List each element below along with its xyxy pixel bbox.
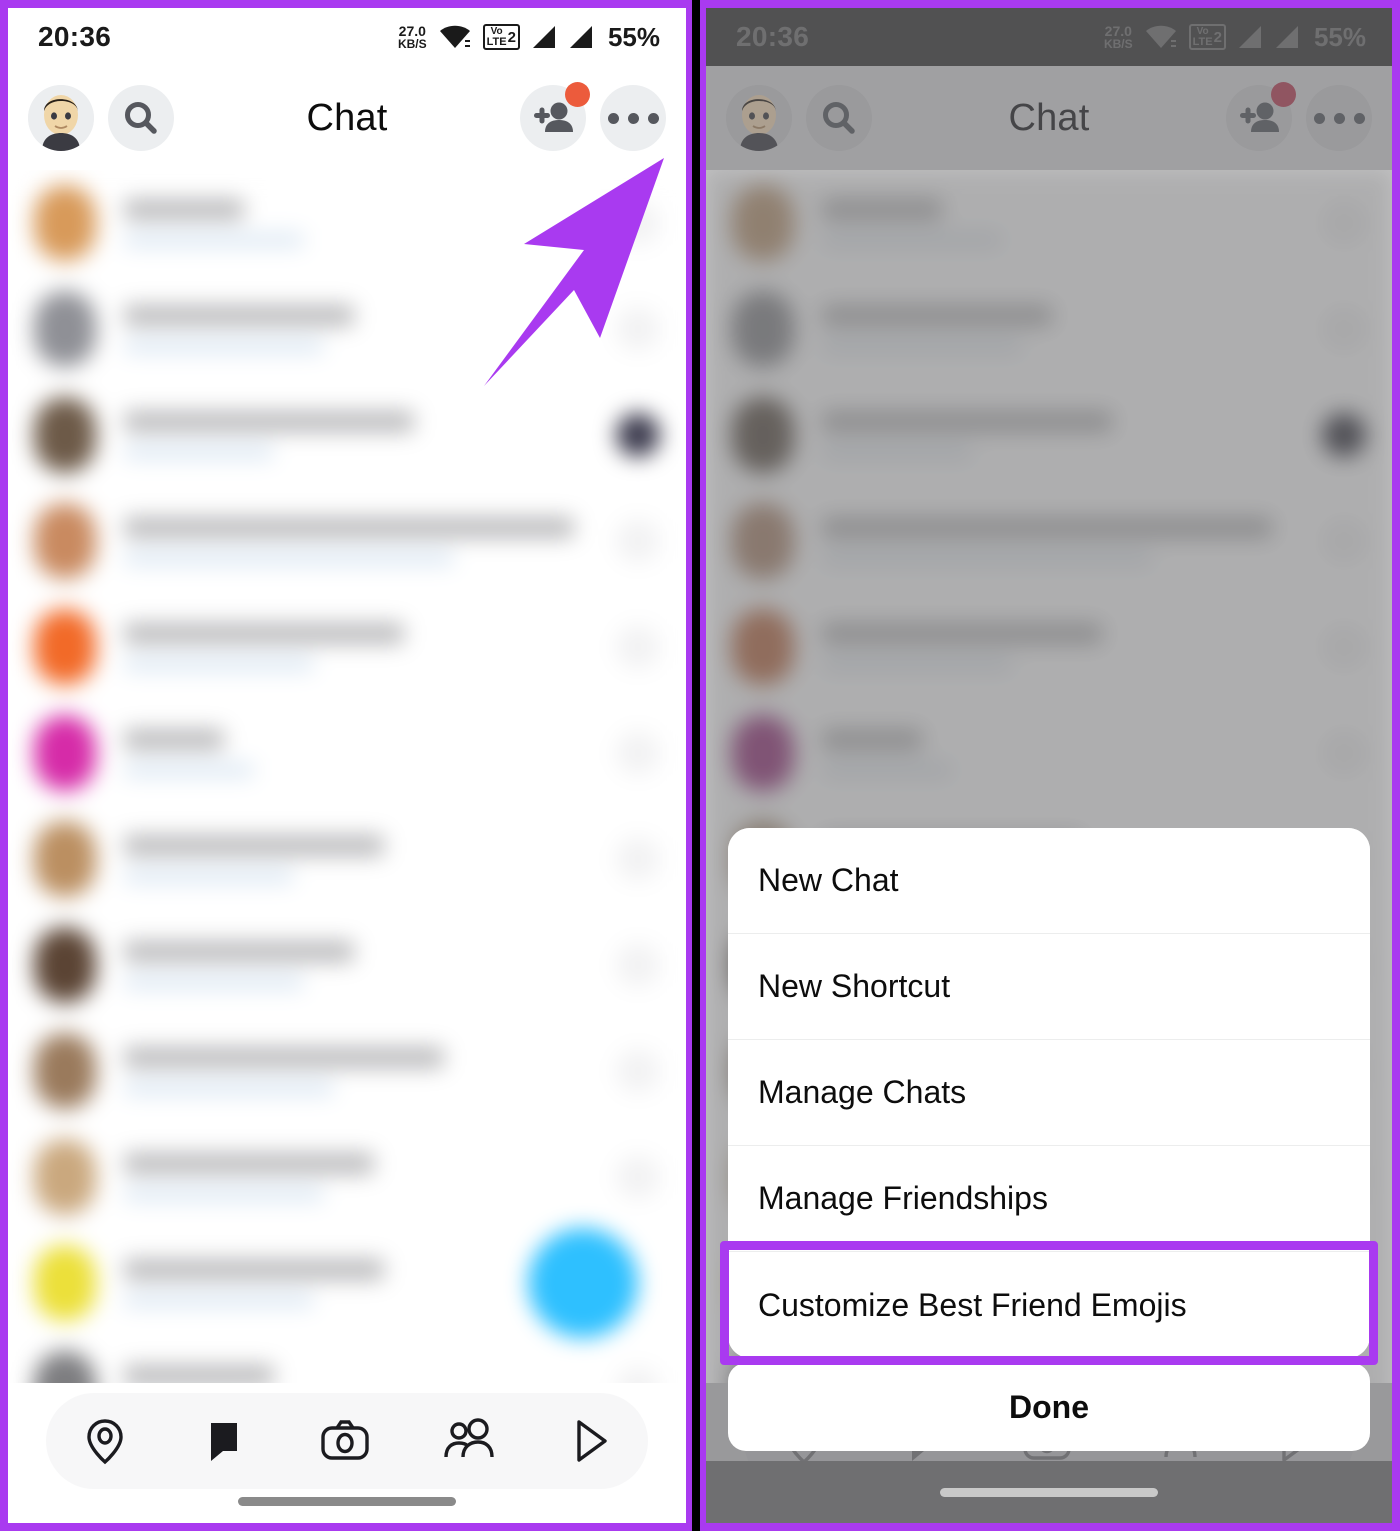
phone-screenshot-after: 20:36 27.0 KB/S Vo LTE [700, 0, 1400, 1531]
chat-status-icon [616, 731, 660, 775]
chat-list-item[interactable] [8, 912, 686, 1018]
menu-item-customize-best-friend-emojis[interactable]: Customize Best Friend Emojis [728, 1252, 1370, 1358]
chat-text-block [124, 1153, 616, 1201]
screen-left: 20:36 27.0 KB/S Vo LTE 2 55% Chat [8, 8, 686, 1523]
chat-avatar [34, 291, 96, 367]
menu-item-new-shortcut[interactable]: New Shortcut [728, 934, 1370, 1040]
action-sheet-menu[interactable]: New Chat New Shortcut Manage Chats Manage F… [728, 828, 1370, 1358]
chat-avatar [34, 1139, 96, 1215]
chat-status-icon [616, 625, 660, 669]
more-options-icon[interactable] [600, 85, 666, 151]
home-indicator [238, 1497, 456, 1506]
chat-status-icon [616, 413, 660, 457]
bitmoji-avatar[interactable] [28, 85, 94, 151]
chat-list[interactable] [8, 170, 686, 1442]
chat-header: Chat [8, 66, 686, 170]
chat-list-item[interactable] [8, 276, 686, 382]
menu-item-manage-chats[interactable]: Manage Chats [728, 1040, 1370, 1146]
camera-icon[interactable] [317, 1415, 373, 1467]
chat-list-item[interactable] [8, 806, 686, 912]
menu-item-manage-friendships[interactable]: Manage Friendships [728, 1146, 1370, 1252]
chat-text-block [124, 517, 616, 565]
chat-list-item[interactable] [8, 700, 686, 806]
chat-list-item[interactable] [8, 382, 686, 488]
wifi-icon [439, 25, 470, 48]
phone-screenshot-before: 20:36 27.0 KB/S Vo LTE 2 55% Chat [0, 0, 692, 1531]
chat-avatar [34, 609, 96, 685]
chat-text-block [124, 199, 616, 247]
chat-avatar [34, 503, 96, 579]
search-icon[interactable] [108, 85, 174, 151]
chat-status-icon [616, 943, 660, 987]
signal-bars-icon [569, 26, 592, 48]
battery-level: 55% [607, 21, 660, 52]
notification-dot [565, 82, 590, 107]
chat-status-icon [616, 201, 660, 245]
status-bar: 20:36 27.0 KB/S Vo LTE [8, 8, 686, 66]
chat-list-item[interactable] [8, 1228, 686, 1338]
chat-status-icon [616, 519, 660, 563]
chat-text-block [124, 941, 616, 989]
chat-avatar [34, 715, 96, 791]
status-icons: 27.0 KB/S Vo LTE 2 [398, 22, 660, 53]
map-pin-icon[interactable] [79, 1415, 131, 1467]
signal-bars-icon [532, 26, 555, 48]
chat-status-icon [616, 307, 660, 351]
home-indicator[interactable] [940, 1487, 1158, 1497]
chat-avatar [34, 1245, 96, 1321]
chat-list-item[interactable] [8, 1018, 686, 1124]
chat-list-item[interactable] [8, 1124, 686, 1230]
add-friend-icon[interactable] [520, 82, 590, 151]
chat-bubble-icon[interactable] [198, 1415, 250, 1467]
chat-list-item[interactable] [8, 170, 686, 276]
chat-avatar [34, 397, 96, 473]
screen-right: 20:36 27.0 KB/S Vo LTE [706, 8, 1392, 1523]
chat-text-block [124, 729, 616, 777]
chat-status-icon [616, 1049, 660, 1093]
play-spotlight-icon[interactable] [563, 1415, 615, 1467]
chat-avatar [34, 821, 96, 897]
chat-list-item[interactable] [8, 488, 686, 594]
chat-list-item[interactable] [8, 594, 686, 700]
chat-status-icon [616, 837, 660, 881]
chat-text-block [124, 1047, 616, 1095]
chat-text-block [124, 835, 616, 883]
chat-status-icon [616, 1155, 660, 1199]
dim-overlay-status [706, 8, 1392, 66]
system-navigation-bar [706, 1461, 1392, 1523]
menu-item-new-chat[interactable]: New Chat [728, 828, 1370, 934]
done-button[interactable]: Done [728, 1363, 1370, 1451]
chat-text-block [124, 411, 616, 459]
chat-avatar [34, 927, 96, 1003]
network-speed: 27.0 KB/S [397, 23, 427, 51]
status-time: 20:36 [38, 21, 112, 52]
chat-text-block [124, 305, 616, 353]
volte-icon: Vo LTE 2 [482, 24, 520, 50]
comparison-stage: 20:36 27.0 KB/S Vo LTE 2 55% Chat Chat N… [0, 0, 1400, 1531]
chat-avatar [34, 185, 96, 261]
bottom-navigation [8, 1383, 686, 1523]
chat-text-block [124, 623, 616, 671]
friends-icon[interactable] [440, 1415, 496, 1467]
chat-avatar [34, 1033, 96, 1109]
page-title: Chat [306, 96, 388, 139]
new-chat-fab[interactable] [528, 1228, 638, 1338]
